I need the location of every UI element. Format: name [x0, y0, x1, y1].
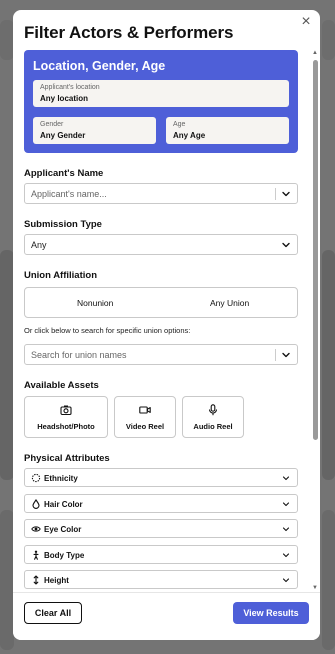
attribute-hair-color-dropdown[interactable]: Hair Color — [24, 494, 298, 513]
applicant-name-heading: Applicant's Name — [24, 168, 104, 179]
age-field-label: Age — [173, 121, 186, 128]
attribute-ethnicity-label: Ethnicity — [44, 474, 78, 483]
chevron-down-icon — [282, 476, 290, 481]
available-assets-heading: Available Assets — [24, 380, 99, 391]
attribute-hair-color-label: Hair Color — [44, 500, 83, 509]
asset-audio-reel-label: Audio Reel — [193, 422, 233, 431]
location-field[interactable]: Applicant's location Any location — [33, 80, 289, 107]
attribute-height-label: Height — [44, 576, 69, 585]
asset-video-reel-button[interactable]: Video Reel — [114, 396, 176, 438]
applicant-name-placeholder: Applicant's name... — [31, 189, 107, 199]
union-option-nonunion[interactable]: Nonunion — [77, 298, 113, 308]
gender-field-value: Any Gender — [40, 131, 86, 140]
drop-icon — [32, 499, 40, 509]
eye-icon — [31, 526, 41, 532]
scroll-down-arrow[interactable]: ▼ — [312, 585, 318, 591]
asset-headshot-label: Headshot/Photo — [37, 422, 95, 431]
microphone-icon — [208, 404, 218, 416]
select-separator — [275, 349, 276, 361]
vertical-arrows-icon — [33, 575, 39, 585]
chevron-down-icon — [282, 502, 290, 507]
submission-type-select[interactable]: Any — [24, 234, 298, 255]
attribute-ethnicity-dropdown[interactable]: Ethnicity — [24, 468, 298, 487]
union-option-any-union[interactable]: Any Union — [210, 298, 249, 308]
video-icon — [139, 406, 151, 414]
location-card-title: Location, Gender, Age — [33, 59, 166, 73]
chevron-down-icon[interactable] — [281, 350, 291, 360]
filter-modal: × Filter Actors & Performers Location, G… — [13, 10, 320, 640]
asset-audio-reel-button[interactable]: Audio Reel — [182, 396, 244, 438]
location-field-value: Any location — [40, 94, 89, 103]
union-search-note: Or click below to search for specific un… — [24, 326, 191, 335]
union-toggle: Nonunion Any Union — [24, 287, 298, 318]
modal-title: Filter Actors & Performers — [24, 23, 234, 42]
age-field-value: Any Age — [173, 131, 206, 140]
attribute-height-dropdown[interactable]: Height — [24, 570, 298, 589]
modal-body[interactable]: × Filter Actors & Performers Location, G… — [13, 10, 320, 592]
age-field[interactable]: Age Any Age — [166, 117, 289, 144]
union-search-select[interactable]: Search for union names — [24, 344, 298, 365]
applicant-name-select[interactable]: Applicant's name... — [24, 183, 298, 204]
location-gender-age-card: Location, Gender, Age Applicant's locati… — [24, 50, 298, 153]
chevron-down-icon[interactable] — [281, 189, 291, 199]
asset-video-reel-label: Video Reel — [125, 422, 165, 431]
attribute-body-type-dropdown[interactable]: Body Type — [24, 545, 298, 564]
attribute-body-type-label: Body Type — [44, 551, 85, 560]
attribute-eye-color-dropdown[interactable]: Eye Color — [24, 519, 298, 538]
chevron-down-icon — [282, 553, 290, 558]
person-icon — [33, 550, 39, 560]
close-icon[interactable]: × — [298, 14, 314, 30]
scroll-up-arrow[interactable]: ▲ — [312, 50, 318, 56]
location-field-label: Applicant's location — [40, 84, 100, 91]
select-separator — [275, 188, 276, 200]
submission-type-value: Any — [31, 240, 47, 250]
scrollbar-thumb[interactable] — [313, 60, 318, 440]
union-search-placeholder: Search for union names — [31, 350, 127, 360]
physical-attributes-heading: Physical Attributes — [24, 453, 110, 464]
dotted-circle-icon — [31, 473, 41, 483]
asset-headshot-button[interactable]: Headshot/Photo — [24, 396, 108, 438]
chevron-down-icon — [282, 527, 290, 532]
submission-type-heading: Submission Type — [24, 219, 102, 230]
camera-icon — [60, 405, 72, 416]
chevron-down-icon — [282, 578, 290, 583]
gender-field[interactable]: Gender Any Gender — [33, 117, 156, 144]
attribute-eye-color-label: Eye Color — [44, 525, 82, 534]
union-affiliation-heading: Union Affiliation — [24, 270, 97, 281]
gender-field-label: Gender — [40, 121, 64, 128]
modal-footer: Clear All View Results — [13, 592, 320, 640]
chevron-down-icon[interactable] — [281, 240, 291, 250]
clear-all-button[interactable]: Clear All — [24, 602, 82, 624]
view-results-button[interactable]: View Results — [233, 602, 309, 624]
